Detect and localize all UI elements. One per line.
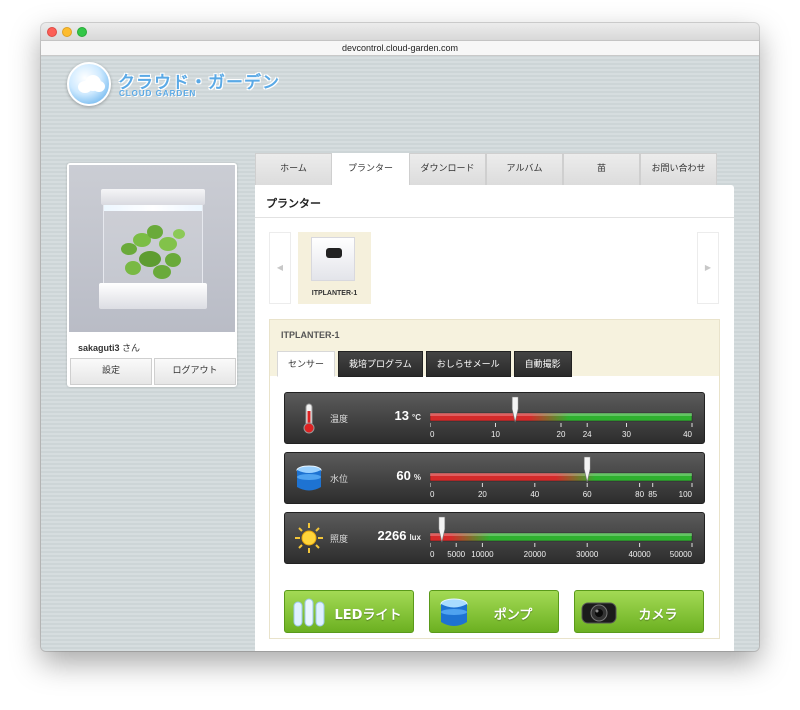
camera-button[interactable]: カメラ [574, 590, 704, 633]
gauge-tick-label: 10 [491, 430, 500, 439]
tab-planter[interactable]: プランター [332, 153, 409, 185]
browser-window: devcontrol.cloud-garden.com クラウド・ガーデン CL… [41, 23, 759, 651]
temperature-gauge: 0 10 20 24 30 40 [430, 396, 693, 439]
gauge-tick-label: 10000 [471, 550, 494, 559]
username-label: sakaguti3 さん [78, 343, 141, 353]
planter-thumbnail-label: ITPLANTER-1 [311, 290, 358, 297]
sensor-illuminance: 照度 2266 lux 0 5000 10000 20000 30000 40000 5000… [284, 512, 705, 564]
thermometer-icon [303, 403, 315, 434]
tab-download[interactable]: ダウンロード [409, 153, 486, 185]
page-content: クラウド・ガーデン CLOUD GARDEN sakaguti3 さん 設定 ロ… [41, 56, 759, 651]
device-subtabs: センサー 栽培プログラム おしらせメール 自動撮影 [277, 351, 572, 377]
tab-home[interactable]: ホーム [255, 153, 332, 185]
gauge-tick-label: 100 [679, 490, 693, 499]
gauge-tick-label: 60 [583, 490, 592, 499]
divider [255, 217, 734, 218]
subtab-cultivation-program[interactable]: 栽培プログラム [338, 351, 423, 377]
camera-icon [581, 602, 617, 624]
gauge-tick-label: 30000 [576, 550, 599, 559]
gauge-tick-label: 40 [530, 490, 539, 499]
user-sidebar: sakaguti3 さん 設定 ログアウト [67, 163, 237, 387]
led-light-button-label: LEDライト [334, 608, 402, 623]
sensor-label: 水位 [330, 475, 349, 485]
gauge-tick-label: 0 [430, 550, 435, 559]
subtab-auto-capture[interactable]: 自動撮影 [513, 351, 572, 377]
water-tank-icon [296, 465, 322, 491]
gauge-tick-label: 40 [683, 430, 692, 439]
sensor-label: 温度 [330, 415, 349, 425]
title-bar [41, 23, 759, 41]
gauge-tick-label: 20000 [524, 550, 547, 559]
sensor-value: 60% [396, 468, 421, 483]
close-window-button[interactable] [47, 27, 57, 37]
carousel-prev-button[interactable]: ◀ [269, 232, 291, 304]
gauge-tick-label: 24 [583, 430, 592, 439]
subtab-sensor[interactable]: センサー [277, 351, 336, 377]
cloud-logo-icon[interactable] [67, 62, 111, 106]
camera-button-label: カメラ [638, 608, 678, 623]
gauge-tick-label: 5000 [447, 550, 465, 559]
pump-button[interactable]: ポンプ [429, 590, 559, 633]
zoom-window-button[interactable] [77, 27, 87, 37]
gauge-tick-label: 20 [478, 490, 487, 499]
settings-button[interactable]: 設定 [70, 358, 152, 385]
planter-thumbnail[interactable]: ITPLANTER-1 [298, 232, 371, 304]
water-level-gauge: 0 20 40 60 80 85 100 [430, 456, 693, 499]
device-header: ITPLANTER-1 センサー 栽培プログラム おしらせメール 自動撮影 [270, 320, 719, 377]
gauge-tick-label: 85 [648, 490, 657, 499]
gauge-tick-label: 80 [635, 490, 644, 499]
sensor-value: 13 °C [394, 408, 421, 423]
address-bar[interactable]: devcontrol.cloud-garden.com [41, 41, 759, 56]
pump-icon [440, 598, 468, 626]
gauge-tick-label: 20 [557, 430, 566, 439]
site-header: クラウド・ガーデン CLOUD GARDEN [41, 56, 759, 116]
gauge-tick-label: 0 [430, 430, 435, 439]
logout-button[interactable]: ログアウト [154, 358, 236, 385]
led-light-icon [293, 598, 325, 627]
device-name: ITPLANTER-1 [281, 330, 340, 340]
pump-button-label: ポンプ [493, 608, 533, 623]
gauge-tick-label: 50000 [670, 550, 693, 559]
gauge-tick-label: 40000 [628, 550, 651, 559]
sensor-water-level: 水位 60% 0 20 40 60 80 85 100 [284, 452, 705, 504]
tab-seedlings[interactable]: 苗 [563, 153, 640, 185]
logo-text-english[interactable]: CLOUD GARDEN [119, 89, 196, 98]
led-light-button[interactable]: LEDライト [284, 590, 414, 633]
sensor-temperature: 温度 13 °C 0 10 20 24 30 40 [284, 392, 705, 444]
sensor-label: 照度 [330, 535, 349, 545]
planter-photo [69, 165, 235, 332]
illuminance-gauge: 0 5000 10000 20000 30000 40000 50000 [430, 516, 693, 559]
carousel-next-button[interactable]: ▶ [697, 232, 719, 304]
sensor-value: 2266 lux [377, 528, 421, 543]
minimize-window-button[interactable] [62, 27, 72, 37]
main-nav: ホーム プランター ダウンロード アルバム 苗 お問い合わせ [255, 153, 717, 185]
tab-album[interactable]: アルバム [486, 153, 563, 185]
gauge-tick-label: 30 [622, 430, 631, 439]
page-title: プランター [266, 197, 321, 210]
sun-icon [295, 523, 323, 553]
planter-device-icon [311, 237, 355, 281]
subtab-notification-mail[interactable]: おしらせメール [425, 351, 511, 377]
planter-panel: プランター ◀ ITPLANTER-1 ▶ ITPLANTER-1 センサー 栽… [255, 185, 734, 651]
gauge-tick-label: 0 [430, 490, 435, 499]
tab-contact[interactable]: お問い合わせ [640, 153, 717, 185]
